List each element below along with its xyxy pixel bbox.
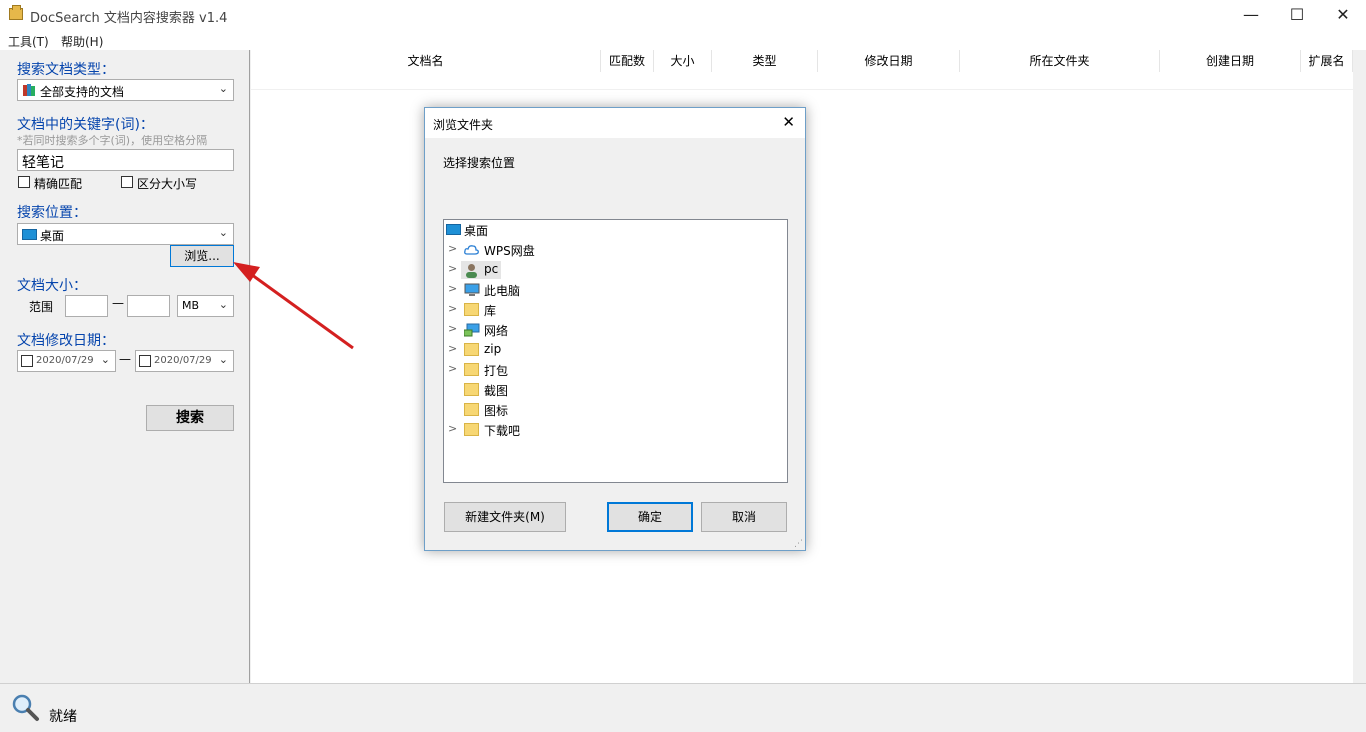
tree-item-label: 打包 bbox=[484, 364, 509, 378]
dialog-title-bar: 浏览文件夹 ✕ bbox=[425, 108, 805, 138]
computer-icon bbox=[464, 283, 480, 296]
user-icon bbox=[464, 263, 479, 278]
tree-item-label: WPS网盘 bbox=[484, 244, 535, 258]
tree-item-library[interactable]: > 库 bbox=[444, 300, 787, 320]
chevron-right-icon[interactable]: > bbox=[448, 302, 457, 315]
tree-item-label: 桌面 bbox=[464, 224, 489, 238]
desktop-icon bbox=[446, 224, 461, 235]
folder-icon bbox=[464, 403, 479, 416]
tree-item-label: 库 bbox=[484, 304, 497, 318]
ok-button[interactable]: 确定 bbox=[607, 502, 693, 532]
status-text: 就绪 bbox=[49, 709, 77, 725]
tree-item-screenshots[interactable]: 截图 bbox=[444, 380, 787, 400]
tree-item-pack[interactable]: > 打包 bbox=[444, 360, 787, 380]
tree-item-downloads[interactable]: > 下载吧 bbox=[444, 420, 787, 440]
cloud-icon bbox=[464, 243, 479, 256]
tree-item-label: 下载吧 bbox=[484, 424, 521, 438]
status-bar: 就绪 bbox=[0, 683, 1366, 732]
tree-item-label: 网络 bbox=[484, 324, 509, 338]
folder-icon bbox=[464, 343, 479, 356]
tree-item-desktop[interactable]: 桌面 bbox=[444, 220, 787, 240]
chevron-right-icon[interactable]: > bbox=[448, 282, 457, 295]
tree-item-wps[interactable]: > WPS网盘 bbox=[444, 240, 787, 260]
dialog-prompt: 选择搜索位置 bbox=[443, 156, 516, 170]
tree-item-network[interactable]: > 网络 bbox=[444, 320, 787, 340]
chevron-right-icon[interactable]: > bbox=[448, 322, 457, 335]
cancel-button[interactable]: 取消 bbox=[701, 502, 787, 532]
tree-item-icons[interactable]: 图标 bbox=[444, 400, 787, 420]
app-window: DocSearch 文档内容搜索器 v1.4 — ☐ ✕ 工具(T) 帮助(H)… bbox=[0, 0, 1366, 732]
folder-icon bbox=[464, 383, 479, 396]
folder-icon bbox=[464, 363, 479, 376]
tree-item-this-pc[interactable]: > 此电脑 bbox=[444, 280, 787, 300]
chevron-right-icon[interactable]: > bbox=[448, 342, 457, 355]
tree-item-label: 图标 bbox=[484, 404, 509, 418]
resize-grip-icon[interactable]: ⋰ bbox=[794, 539, 803, 549]
tree-item-label: 此电脑 bbox=[484, 284, 521, 298]
magnifier-icon bbox=[10, 692, 40, 722]
new-folder-button[interactable]: 新建文件夹(M) bbox=[444, 502, 566, 532]
chevron-right-icon[interactable]: > bbox=[448, 422, 457, 435]
tree-item-label: zip bbox=[484, 342, 502, 356]
chevron-right-icon[interactable]: > bbox=[448, 242, 457, 255]
folder-tree[interactable]: 桌面 > WPS网盘 > pc > 此电脑 > 库 > 网络 > zip > 打… bbox=[443, 219, 788, 483]
chevron-right-icon[interactable]: > bbox=[448, 362, 457, 375]
chevron-right-icon[interactable]: > bbox=[448, 262, 457, 275]
dialog-close-button[interactable]: ✕ bbox=[782, 113, 795, 131]
tree-item-zip[interactable]: > zip bbox=[444, 340, 787, 360]
library-icon bbox=[464, 303, 479, 316]
tree-item-label: pc bbox=[484, 262, 499, 276]
tree-item-pc[interactable]: > pc bbox=[444, 260, 787, 280]
network-icon bbox=[463, 323, 480, 337]
folder-icon bbox=[464, 423, 479, 436]
browse-folder-dialog: 浏览文件夹 ✕ 选择搜索位置 桌面 > WPS网盘 > pc > 此电脑 > 库… bbox=[424, 107, 806, 551]
tree-item-label: 截图 bbox=[484, 384, 509, 398]
dialog-title: 浏览文件夹 bbox=[433, 118, 494, 132]
